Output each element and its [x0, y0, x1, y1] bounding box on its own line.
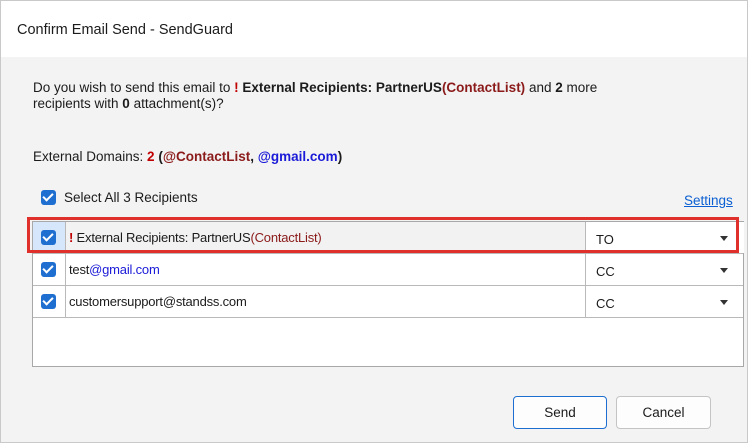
recipient-row[interactable]: customersupport@standss.com CC	[33, 286, 743, 318]
recipient-type-dropdown[interactable]: CC	[585, 254, 744, 285]
recipient-checkbox-cell[interactable]	[33, 222, 66, 253]
select-all-label: Select All 3 Recipients	[64, 190, 198, 205]
external-contact-list: (ContactList)	[441, 80, 526, 95]
domains-sep: ,	[250, 149, 258, 164]
attachment-count: 0	[122, 96, 130, 111]
checkbox-checked-icon[interactable]	[41, 294, 56, 309]
select-all-checkbox[interactable]: Select All 3 Recipients	[41, 190, 198, 205]
question-line2-a: recipients with	[33, 96, 123, 111]
recipient-type-dropdown[interactable]: TO	[585, 222, 744, 253]
recipient-type-value: CC	[596, 296, 615, 311]
domains-close: )	[337, 149, 343, 164]
recipient-name: test@gmail.com	[69, 262, 160, 277]
chevron-down-icon[interactable]	[720, 236, 728, 241]
recipient-row[interactable]: ! External Recipients: PartnerUS(Contact…	[33, 222, 744, 254]
chevron-down-icon[interactable]	[720, 268, 728, 273]
recipient-checkbox-cell[interactable]	[33, 286, 66, 317]
cancel-button[interactable]: Cancel	[616, 396, 711, 429]
settings-link[interactable]: Settings	[684, 193, 733, 208]
confirm-question: Do you wish to send this email to ! Exte…	[33, 80, 723, 112]
question-prefix: Do you wish to send this email to	[33, 80, 235, 95]
domain-contactlist: @ContactList	[162, 149, 251, 164]
recipients-grid: ! External Recipients: PartnerUS(Contact…	[32, 221, 744, 367]
domains-count: 2	[147, 149, 155, 164]
dialog-title: Confirm Email Send - SendGuard	[17, 22, 233, 38]
checkbox-checked-icon[interactable]	[41, 190, 56, 205]
recipient-name-text: customersupport@standss.com	[69, 294, 247, 309]
domains-open: (	[154, 149, 163, 164]
more-recipient-count: 2	[555, 80, 563, 95]
domains-label: External Domains:	[33, 149, 148, 164]
recipient-name: customersupport@standss.com	[69, 294, 247, 309]
recipient-type-value: TO	[596, 232, 614, 247]
checkbox-checked-icon[interactable]	[41, 230, 56, 245]
question-middle: and	[525, 80, 556, 95]
recipient-row[interactable]: test@gmail.com CC	[33, 254, 743, 286]
recipient-name-text: test	[69, 262, 90, 277]
external-domains: External Domains: 2 (@ContactList, @gmai…	[33, 149, 342, 164]
question-line2-b: attachment(s)?	[129, 96, 224, 111]
external-recipient-label: External Recipients: PartnerUS	[238, 80, 442, 95]
send-button[interactable]: Send	[513, 396, 607, 429]
question-more: more	[562, 80, 598, 95]
recipient-type-dropdown[interactable]: CC	[585, 286, 744, 317]
domain-gmail: @gmail.com	[257, 149, 338, 164]
confirm-email-dialog: Confirm Email Send - SendGuard Do you wi…	[0, 0, 748, 443]
recipient-contact-list: (ContactList)	[250, 230, 322, 245]
title-bar: Confirm Email Send - SendGuard	[1, 1, 747, 57]
recipient-name: ! External Recipients: PartnerUS(Contact…	[69, 230, 322, 245]
recipient-domain: @gmail.com	[89, 262, 160, 277]
recipient-name-text: External Recipients: PartnerUS	[73, 230, 251, 245]
recipient-checkbox-cell[interactable]	[33, 254, 66, 285]
recipient-type-value: CC	[596, 264, 615, 279]
checkbox-checked-icon[interactable]	[41, 262, 56, 277]
chevron-down-icon[interactable]	[720, 300, 728, 305]
